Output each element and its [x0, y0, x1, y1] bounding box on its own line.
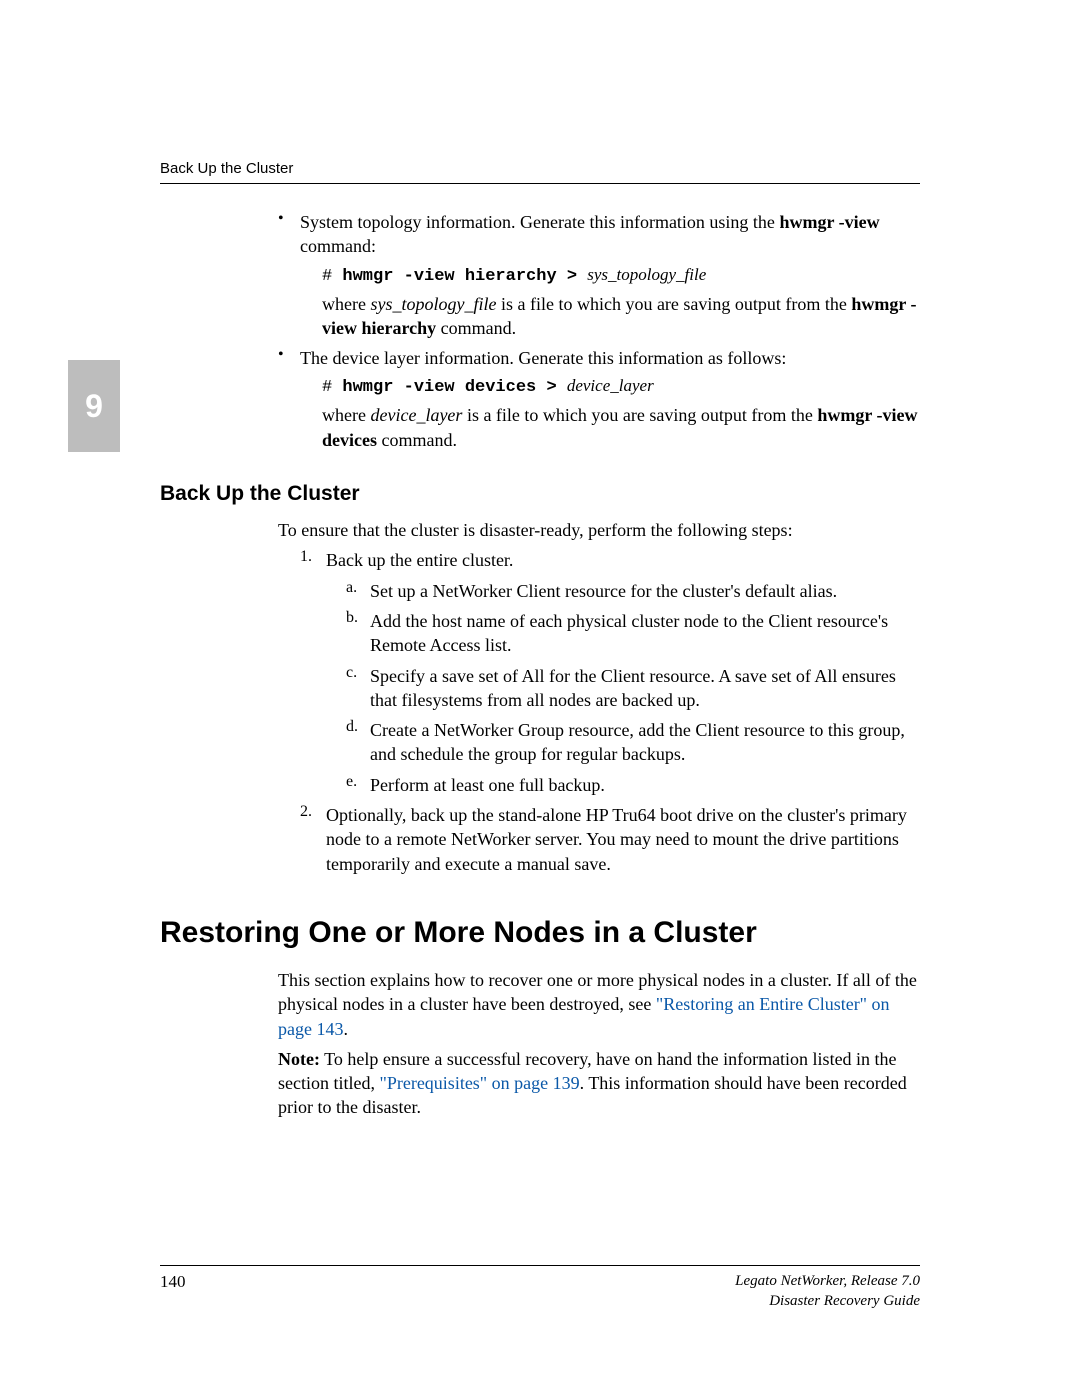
- code-italic: sys_topology_file: [587, 265, 706, 284]
- bullet-text: System topology information. Generate th…: [300, 210, 920, 259]
- substep-letter: b.: [346, 609, 358, 627]
- page-footer: 140 Legato NetWorker, Release 7.0 Disast…: [160, 1265, 920, 1292]
- footer-line2: Disaster Recovery Guide: [735, 1292, 920, 1312]
- text-span: The device layer information. Generate t…: [300, 348, 786, 368]
- code-line: # hwmgr -view devices > device_layer: [322, 376, 920, 397]
- where-text: where sys_topology_file is a file to whi…: [322, 292, 920, 341]
- section-heading-restore: Restoring One or More Nodes in a Cluster: [160, 916, 920, 950]
- substep-text: Add the host name of each physical clust…: [370, 609, 920, 658]
- code-prefix: #: [322, 378, 342, 397]
- code-line: # hwmgr -view hierarchy > sys_topology_f…: [322, 265, 920, 286]
- substep-a: a. Set up a NetWorker Client resource for…: [346, 579, 920, 603]
- page: Back Up the Cluster 9 System topology in…: [0, 0, 1080, 1397]
- text-span: command.: [377, 430, 457, 450]
- bullet-body: where device_layer is a file to which yo…: [300, 403, 920, 452]
- step-text: Back up the entire cluster.: [326, 548, 920, 572]
- footer-meta: Legato NetWorker, Release 7.0 Disaster R…: [735, 1272, 920, 1311]
- substep-text: Create a NetWorker Group resource, add t…: [370, 718, 920, 767]
- text-span: command.: [436, 318, 516, 338]
- code-bold: hwmgr -view hierarchy >: [342, 267, 587, 286]
- step-text: Optionally, back up the stand-alone HP T…: [326, 803, 920, 876]
- where-text: where device_layer is a file to which yo…: [322, 403, 920, 452]
- substep-e: e. Perform at least one full backup.: [346, 773, 920, 797]
- step-number: 2.: [300, 803, 312, 821]
- code-bold: hwmgr -view devices >: [342, 378, 566, 397]
- backup-body: To ensure that the cluster is disaster-r…: [278, 518, 920, 876]
- text-span: is a file to which you are saving output…: [462, 405, 817, 425]
- step-number: 1.: [300, 548, 312, 566]
- chapter-number: 9: [85, 388, 103, 425]
- command-bold: hwmgr -view: [779, 212, 879, 232]
- bullet-body: where sys_topology_file is a file to whi…: [300, 292, 920, 341]
- text-span: is a file to which you are saving output…: [496, 294, 851, 314]
- step-1: 1. Back up the entire cluster. a. Set up …: [300, 548, 920, 797]
- substep-text: Set up a NetWorker Client resource for t…: [370, 579, 920, 603]
- restore-p1: This section explains how to recover one…: [278, 968, 920, 1041]
- substep-letter: a.: [346, 579, 357, 597]
- note-label: Note:: [278, 1049, 320, 1069]
- substep-text: Specify a save set of All for the Client…: [370, 664, 920, 713]
- substep-b: b. Add the host name of each physical clu…: [346, 609, 920, 658]
- text-span: where: [322, 405, 370, 425]
- running-header: Back Up the Cluster: [160, 160, 920, 184]
- substep-c: c. Specify a save set of All for the Clie…: [346, 664, 920, 713]
- step-2: 2. Optionally, back up the stand-alone H…: [300, 803, 920, 876]
- text-span: command:: [300, 236, 376, 256]
- text-span: .: [343, 1019, 348, 1039]
- text-span: where: [322, 294, 370, 314]
- content-area: System topology information. Generate th…: [160, 210, 920, 1126]
- substep-text: Perform at least one full backup.: [370, 773, 920, 797]
- code-italic: device_layer: [567, 376, 654, 395]
- restore-note: Note: To help ensure a successful recove…: [278, 1047, 920, 1120]
- link-prerequisites[interactable]: "Prerequisites" on page 139: [379, 1073, 579, 1093]
- italic-span: sys_topology_file: [370, 294, 496, 314]
- bullet-text: The device layer information. Generate t…: [300, 346, 920, 370]
- numbered-list: 1. Back up the entire cluster. a. Set up …: [300, 548, 920, 876]
- restore-body: This section explains how to recover one…: [278, 968, 920, 1120]
- code-prefix: #: [322, 267, 342, 286]
- substep-letter: d.: [346, 718, 358, 736]
- substep-d: d. Create a NetWorker Group resource, add…: [346, 718, 920, 767]
- page-number: 140: [160, 1272, 186, 1291]
- substep-letter: e.: [346, 773, 357, 791]
- alpha-list: a. Set up a NetWorker Client resource for…: [346, 579, 920, 797]
- bullet-item: The device layer information. Generate t…: [278, 346, 920, 452]
- footer-line1: Legato NetWorker, Release 7.0: [735, 1272, 920, 1292]
- text-span: System topology information. Generate th…: [300, 212, 779, 232]
- substep-letter: c.: [346, 664, 357, 682]
- backup-intro: To ensure that the cluster is disaster-r…: [278, 518, 920, 542]
- bullet-list: System topology information. Generate th…: [278, 210, 920, 452]
- top-bullet-block: System topology information. Generate th…: [278, 210, 920, 452]
- italic-span: device_layer: [370, 405, 462, 425]
- chapter-tab: 9: [68, 360, 120, 452]
- bullet-item: System topology information. Generate th…: [278, 210, 920, 340]
- section-heading-backup: Back Up the Cluster: [160, 482, 920, 506]
- running-title: Back Up the Cluster: [160, 160, 293, 177]
